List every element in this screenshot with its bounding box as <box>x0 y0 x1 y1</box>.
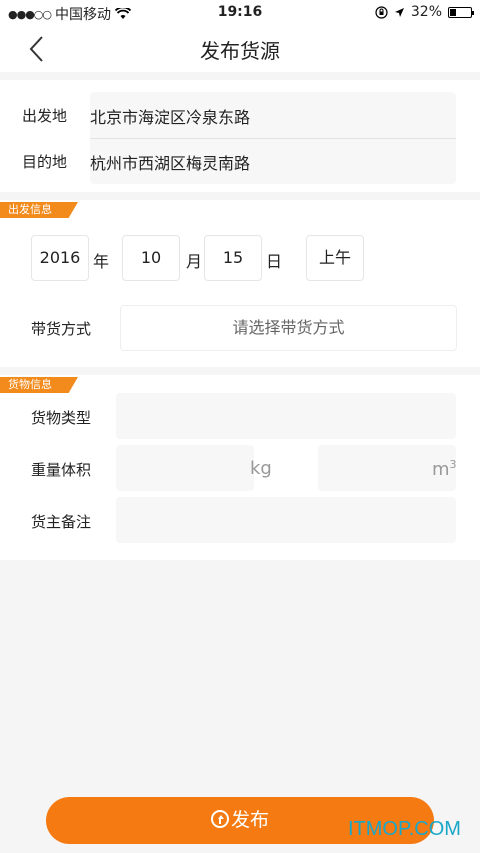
cargo-section: 货物信息 货物类型 重量体积 kg m3 货主备注 <box>0 375 480 560</box>
weight-volume-label: 重量体积 <box>31 461 92 479</box>
day-select[interactable]: 15 <box>204 235 262 281</box>
day-unit: 日 <box>266 252 283 271</box>
departure-section: 出发信息 2016 年 10 月 15 日 上午 带货方式 请选择带货方式 <box>0 200 480 367</box>
volume-unit: m3 <box>432 458 457 480</box>
status-bar: ●●●○○ 中国移动 19:16 32% <box>0 0 480 26</box>
year-unit: 年 <box>93 252 110 271</box>
destination-label: 目的地 <box>22 153 68 171</box>
origin-label: 出发地 <box>22 107 68 125</box>
location-arrow-icon <box>394 7 404 17</box>
status-right: 32% <box>375 4 474 20</box>
volume-unit-base: m <box>432 459 450 480</box>
weight-unit: kg <box>250 458 272 479</box>
period-select[interactable]: 上午 <box>306 235 364 281</box>
chevron-left-icon[interactable] <box>26 34 50 64</box>
cargo-info-tag: 货物信息 <box>0 377 78 393</box>
month-unit: 月 <box>186 252 203 271</box>
nav-bar: 发布货源 <box>0 26 480 72</box>
rotation-lock-icon <box>375 5 388 19</box>
remark-input[interactable] <box>116 497 456 543</box>
cargo-type-input[interactable] <box>116 393 456 439</box>
destination-field[interactable]: 杭州市西湖区梅灵南路 <box>90 150 250 174</box>
carry-method-label: 带货方式 <box>31 320 92 338</box>
route-box: 北京市海淀区冷泉东路 杭州市西湖区梅灵南路 <box>90 92 456 184</box>
battery-percent: 32% <box>410 4 442 20</box>
route-divider <box>90 138 456 139</box>
origin-field[interactable]: 北京市海淀区冷泉东路 <box>90 104 250 128</box>
publish-button[interactable]: 发布 <box>46 797 434 844</box>
remark-label: 货主备注 <box>31 513 92 531</box>
publish-label: 发布 <box>230 809 269 831</box>
year-select[interactable]: 2016 <box>31 235 89 281</box>
volume-unit-sup: 3 <box>449 458 457 471</box>
page-title: 发布货源 <box>200 39 280 63</box>
weight-input[interactable] <box>116 445 254 491</box>
route-section: 出发地 目的地 北京市海淀区冷泉东路 杭州市西湖区梅灵南路 <box>0 80 480 192</box>
departure-info-tag: 出发信息 <box>0 202 78 218</box>
upload-circle-icon <box>210 810 229 828</box>
battery-icon <box>448 6 474 18</box>
carry-method-select[interactable]: 请选择带货方式 <box>120 305 457 351</box>
battery-fill <box>450 8 457 16</box>
cargo-type-label: 货物类型 <box>31 409 92 427</box>
month-select[interactable]: 10 <box>122 235 180 281</box>
